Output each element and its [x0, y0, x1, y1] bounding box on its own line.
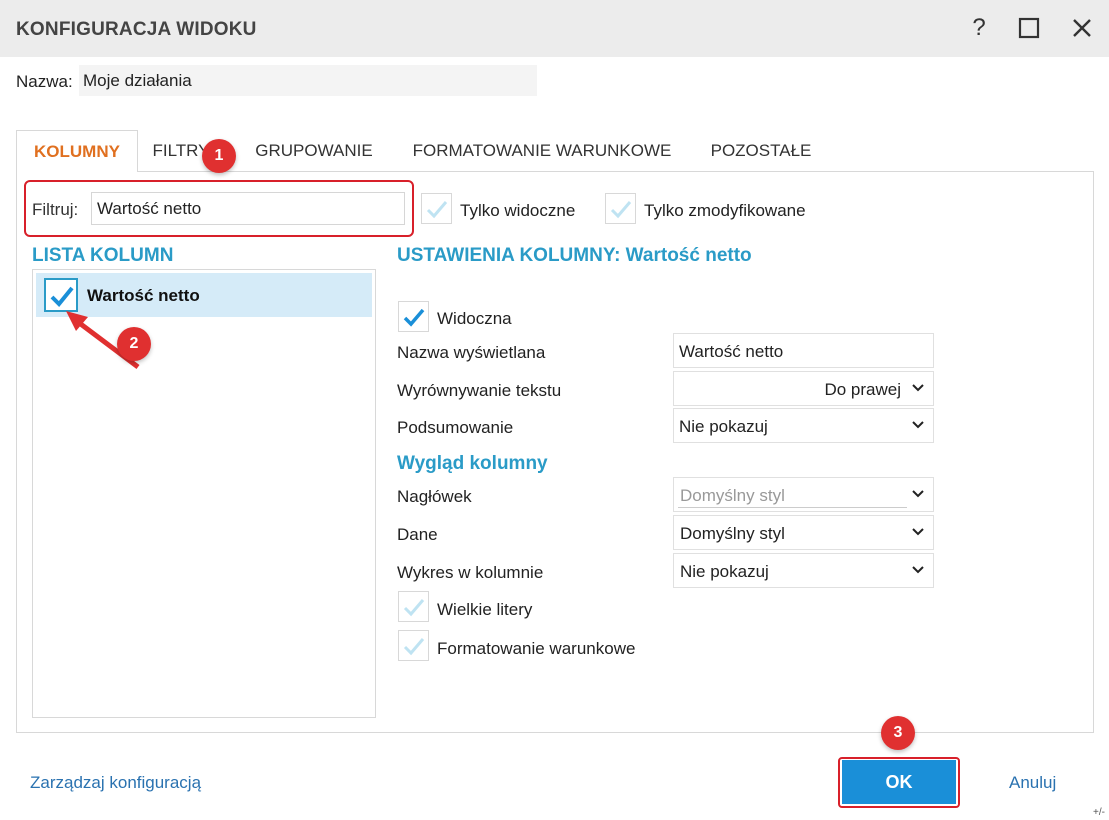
text-align-select[interactable]: Do prawej	[673, 371, 934, 406]
appearance-title: Wygląd kolumny	[397, 453, 548, 474]
check-icon	[403, 599, 425, 617]
visible-checkbox[interactable]	[398, 301, 429, 332]
uppercase-label: Wielkie litery	[437, 600, 533, 619]
tab-kolumny[interactable]: KOLUMNY	[16, 130, 138, 172]
column-settings-title: USTAWIENIA KOLUMNY: Wartość netto	[397, 245, 752, 266]
data-label: Dane	[397, 525, 438, 544]
data-style-select[interactable]: Domyślny styl	[673, 515, 934, 550]
help-button[interactable]: ?	[965, 14, 993, 42]
annotation-badge-2: 2	[117, 327, 151, 361]
text-align-value: Do prawej	[824, 380, 901, 399]
data-style-value: Domyślny styl	[680, 524, 785, 543]
conditional-format-label: Formatowanie warunkowe	[437, 639, 636, 658]
chart-select[interactable]: Nie pokazuj	[673, 553, 934, 588]
tab-formatowanie-warunkowe[interactable]: FORMATOWANIE WARUNKOWE	[402, 130, 682, 172]
tab-pozostale[interactable]: POZOSTAŁE	[696, 130, 826, 172]
maximize-icon	[1018, 17, 1040, 39]
name-label: Nazwa:	[16, 72, 73, 91]
filter-input[interactable]	[91, 192, 405, 225]
name-input[interactable]	[79, 65, 537, 96]
chevron-down-icon	[912, 490, 924, 498]
only-visible-label: Tylko widoczne	[460, 201, 576, 220]
ok-button[interactable]: OK	[842, 760, 956, 804]
header-style-select[interactable]: Domyślny styl	[673, 477, 934, 512]
check-icon	[610, 201, 632, 219]
only-modified-label: Tylko zmodyfikowane	[644, 201, 806, 220]
list-item-label: Wartość netto	[87, 286, 200, 305]
summary-value: Nie pokazuj	[679, 417, 768, 436]
annotation-badge-3: 3	[881, 716, 915, 750]
cancel-button[interactable]: Anuluj	[1009, 773, 1056, 793]
check-icon	[403, 308, 425, 327]
chevron-down-icon	[912, 384, 924, 392]
close-button[interactable]	[1068, 14, 1096, 42]
check-icon	[403, 638, 425, 656]
help-icon: ?	[972, 14, 986, 41]
header-style-value: Domyślny styl	[680, 486, 785, 505]
uppercase-checkbox[interactable]	[398, 591, 429, 622]
display-name-input[interactable]: Wartość netto	[673, 333, 934, 368]
annotation-badge-1: 1	[202, 139, 236, 173]
manage-configuration-link[interactable]: Zarządzaj konfiguracją	[30, 773, 201, 793]
chevron-down-icon	[912, 566, 924, 574]
resize-handle[interactable]: +/-	[1093, 807, 1105, 818]
summary-label: Podsumowanie	[397, 418, 514, 437]
display-name-value: Wartość netto	[679, 342, 784, 361]
chart-value: Nie pokazuj	[680, 562, 769, 581]
field-underline	[678, 507, 907, 508]
filter-label: Filtruj:	[32, 200, 79, 219]
only-visible-checkbox[interactable]	[421, 193, 452, 224]
tab-grupowanie[interactable]: GRUPOWANIE	[234, 130, 394, 172]
visible-label: Widoczna	[437, 309, 512, 328]
window-title: KONFIGURACJA WIDOKU	[16, 19, 257, 40]
tab-bar: KOLUMNY FILTRY GRUPOWANIE FORMATOWANIE W…	[16, 130, 1094, 172]
title-bar: KONFIGURACJA WIDOKU ?	[0, 0, 1109, 57]
text-align-label: Wyrównywanie tekstu	[397, 381, 562, 400]
check-icon	[426, 201, 448, 219]
header-label: Nagłówek	[397, 487, 472, 506]
maximize-button[interactable]	[1015, 14, 1043, 42]
display-name-label: Nazwa wyświetlana	[397, 343, 546, 362]
column-list-title: LISTA KOLUMN	[32, 245, 174, 266]
only-modified-checkbox[interactable]	[605, 193, 636, 224]
chevron-down-icon	[912, 421, 924, 429]
close-icon	[1073, 19, 1091, 37]
conditional-format-checkbox[interactable]	[398, 630, 429, 661]
chevron-down-icon	[912, 528, 924, 536]
chart-label: Wykres w kolumnie	[397, 563, 544, 582]
summary-select[interactable]: Nie pokazuj	[673, 408, 934, 443]
